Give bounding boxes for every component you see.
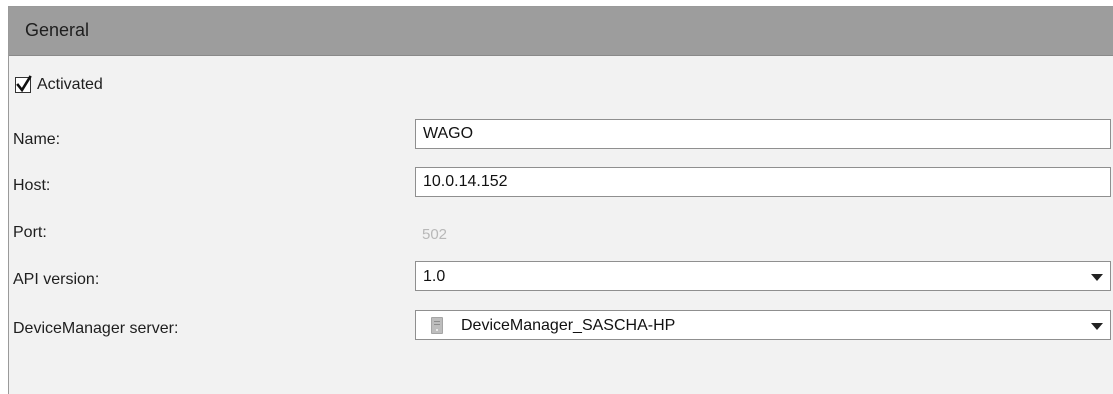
server-icon [431,317,443,334]
port-value: 502 [422,226,448,243]
activated-checkbox[interactable] [15,75,32,93]
device-manager-server-label: DeviceManager server: [13,320,179,337]
api-version-label: API version: [13,271,100,288]
name-label: Name: [13,131,61,148]
api-version-select[interactable]: 1.0 [415,261,1111,291]
chevron-down-icon[interactable] [1091,274,1103,281]
device-manager-server-select[interactable]: DeviceManager_SASCHA-HP [415,310,1111,340]
api-version-value: 1.0 [423,268,446,285]
host-label: Host: [13,177,51,194]
name-field[interactable] [415,119,1111,149]
section-title: General [25,20,90,40]
name-input[interactable] [416,120,1110,148]
activated-checkbox-row[interactable]: Activated [15,74,103,96]
port-label: Port: [13,224,47,241]
device-manager-server-value: DeviceManager_SASCHA-HP [461,317,676,334]
general-settings-panel: General Activated Name: Host: Port: 502 … [8,6,1113,394]
section-header: General [9,7,1113,56]
host-field[interactable] [415,167,1111,197]
chevron-down-icon[interactable] [1091,323,1103,330]
activated-label: Activated [37,76,103,93]
checkmark-icon [16,75,32,93]
host-input[interactable] [416,168,1110,196]
